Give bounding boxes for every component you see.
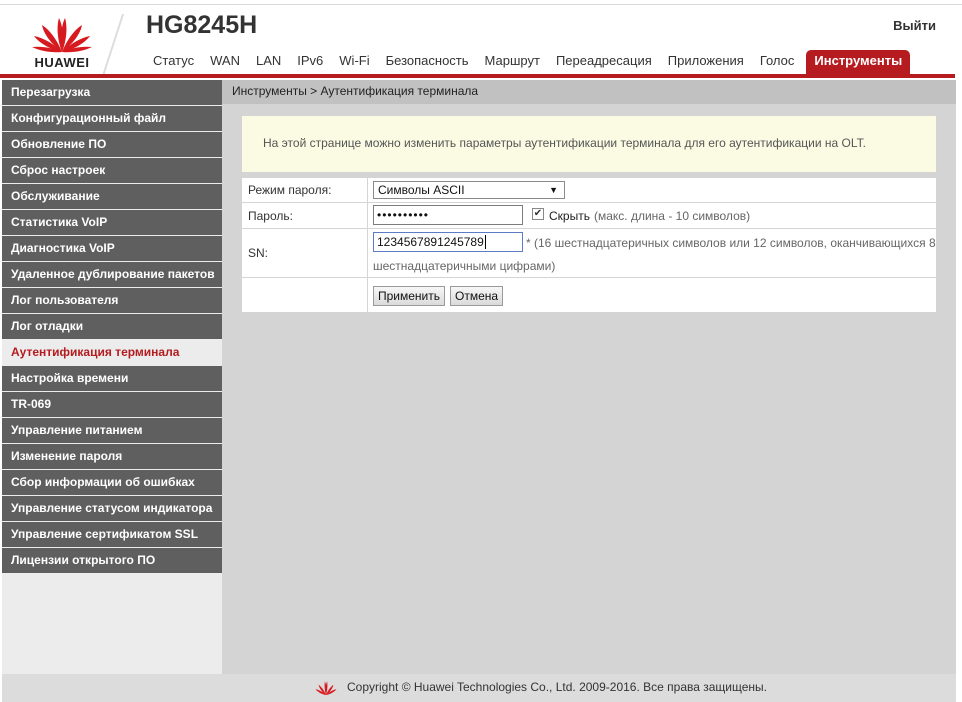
nav-underline — [0, 74, 955, 78]
copyright-text: Copyright © Huawei Technologies Co., Ltd… — [347, 680, 767, 694]
info-banner: На этой странице можно изменить параметр… — [242, 116, 936, 172]
logout-link[interactable]: Выйти — [893, 18, 936, 33]
sn-value: 1234567891245789 — [377, 235, 484, 249]
password-mode-row: Режим пароля: Символы ASCII ▼ — [242, 178, 936, 203]
nav-status[interactable]: Статус — [145, 50, 202, 74]
apply-button[interactable]: Применить — [373, 286, 446, 306]
sidebar-item-remote-mirroring[interactable]: Удаленное дублирование пакетов — [2, 262, 222, 287]
terminal-auth-form: Режим пароля: Символы ASCII ▼ Пароль: ••… — [242, 178, 936, 312]
nav-forwarding[interactable]: Переадресация — [548, 50, 660, 74]
footer: Copyright © Huawei Technologies Co., Ltd… — [2, 674, 956, 702]
nav-tools[interactable]: Инструменты — [806, 50, 911, 74]
nav-lan[interactable]: LAN — [248, 50, 289, 74]
password-label: Пароль: — [248, 209, 293, 223]
password-field[interactable]: •••••••••• — [373, 205, 523, 225]
sidebar-item-change-password[interactable]: Изменение пароля — [2, 444, 222, 469]
sidebar-item-error-collection[interactable]: Сбор информации об ошибках — [2, 470, 222, 495]
text-cursor — [484, 235, 486, 249]
password-length-hint: (макс. длина - 10 символов) — [594, 209, 751, 223]
column-divider — [367, 278, 368, 312]
top-nav: Статус WAN LAN IPv6 Wi-Fi Безопасность М… — [145, 50, 911, 74]
sn-label: SN: — [248, 246, 269, 260]
nav-wifi[interactable]: Wi-Fi — [331, 50, 377, 74]
sidebar-item-time-settings[interactable]: Настройка времени — [2, 366, 222, 391]
button-row: Применить Отмена — [242, 278, 936, 312]
header-divider — [101, 14, 125, 76]
sidebar-item-reboot[interactable]: Перезагрузка — [2, 80, 222, 105]
nav-route[interactable]: Маршрут — [477, 50, 548, 74]
sidebar-item-factory-reset[interactable]: Сброс настроек — [2, 158, 222, 183]
sidebar-item-user-log[interactable]: Лог пользователя — [2, 288, 222, 313]
brand-name: HUAWEI — [34, 55, 90, 70]
password-mode-value: Символы ASCII — [378, 183, 465, 197]
sidebar-item-led-control[interactable]: Управление статусом индикатора — [2, 496, 222, 521]
sn-hint-line2: шестнадцатеричными цифрами) — [373, 259, 556, 273]
nav-wan[interactable]: WAN — [202, 50, 248, 74]
column-divider — [367, 203, 368, 228]
column-divider — [367, 229, 368, 277]
sidebar-item-maintenance[interactable]: Обслуживание — [2, 184, 222, 209]
sidebar-item-voip-diagnostics[interactable]: Диагностика VoIP — [2, 236, 222, 261]
password-mode-label: Режим пароля: — [248, 183, 332, 197]
hide-password-checkbox[interactable]: ✔ — [532, 208, 544, 220]
column-divider — [367, 178, 368, 202]
sidebar-item-config-file[interactable]: Конфигурационный файл — [2, 106, 222, 131]
sn-hint-line1: * (16 шестнадцатеричных символов или 12 … — [526, 236, 936, 250]
nav-security[interactable]: Безопасность — [378, 50, 477, 74]
breadcrumb: Инструменты > Аутентификация терминала — [222, 80, 956, 104]
nav-ipv6[interactable]: IPv6 — [289, 50, 331, 74]
sn-input[interactable]: 1234567891245789 — [373, 232, 523, 252]
sidebar: Перезагрузка Конфигурационный файл Обнов… — [2, 80, 222, 674]
sidebar-item-power-management[interactable]: Управление питанием — [2, 418, 222, 443]
header: HUAWEI HG8245H Выйти Статус WAN LAN IPv6… — [0, 0, 962, 80]
top-divider — [0, 4, 962, 5]
device-model: HG8245H — [146, 11, 258, 39]
sidebar-item-voip-stats[interactable]: Статистика VoIP — [2, 210, 222, 235]
huawei-logo-small-icon — [315, 681, 337, 696]
nav-voice[interactable]: Голос — [752, 50, 803, 74]
checkmark-icon: ✔ — [533, 208, 543, 219]
sidebar-item-ssl-certificate[interactable]: Управление сертификатом SSL — [2, 522, 222, 547]
hide-password-label: Скрыть — [549, 209, 590, 223]
main-content: Инструменты > Аутентификация терминала Н… — [222, 80, 956, 674]
sidebar-item-debug-log[interactable]: Лог отладки — [2, 314, 222, 339]
cancel-button[interactable]: Отмена — [450, 286, 504, 306]
sidebar-item-firmware-update[interactable]: Обновление ПО — [2, 132, 222, 157]
password-row: Пароль: •••••••••• ✔ Скрыть (макс. длина… — [242, 203, 936, 229]
sidebar-item-tr069[interactable]: TR-069 — [2, 392, 222, 417]
dropdown-arrow-icon: ▼ — [549, 185, 558, 195]
sidebar-item-open-source-licenses[interactable]: Лицензии открытого ПО — [2, 548, 222, 573]
nav-applications[interactable]: Приложения — [660, 50, 752, 74]
sn-row: SN: 1234567891245789 * (16 шестнадцатери… — [242, 229, 936, 278]
sidebar-item-terminal-auth[interactable]: Аутентификация терминала — [2, 340, 222, 365]
password-mode-select[interactable]: Символы ASCII ▼ — [373, 181, 565, 199]
